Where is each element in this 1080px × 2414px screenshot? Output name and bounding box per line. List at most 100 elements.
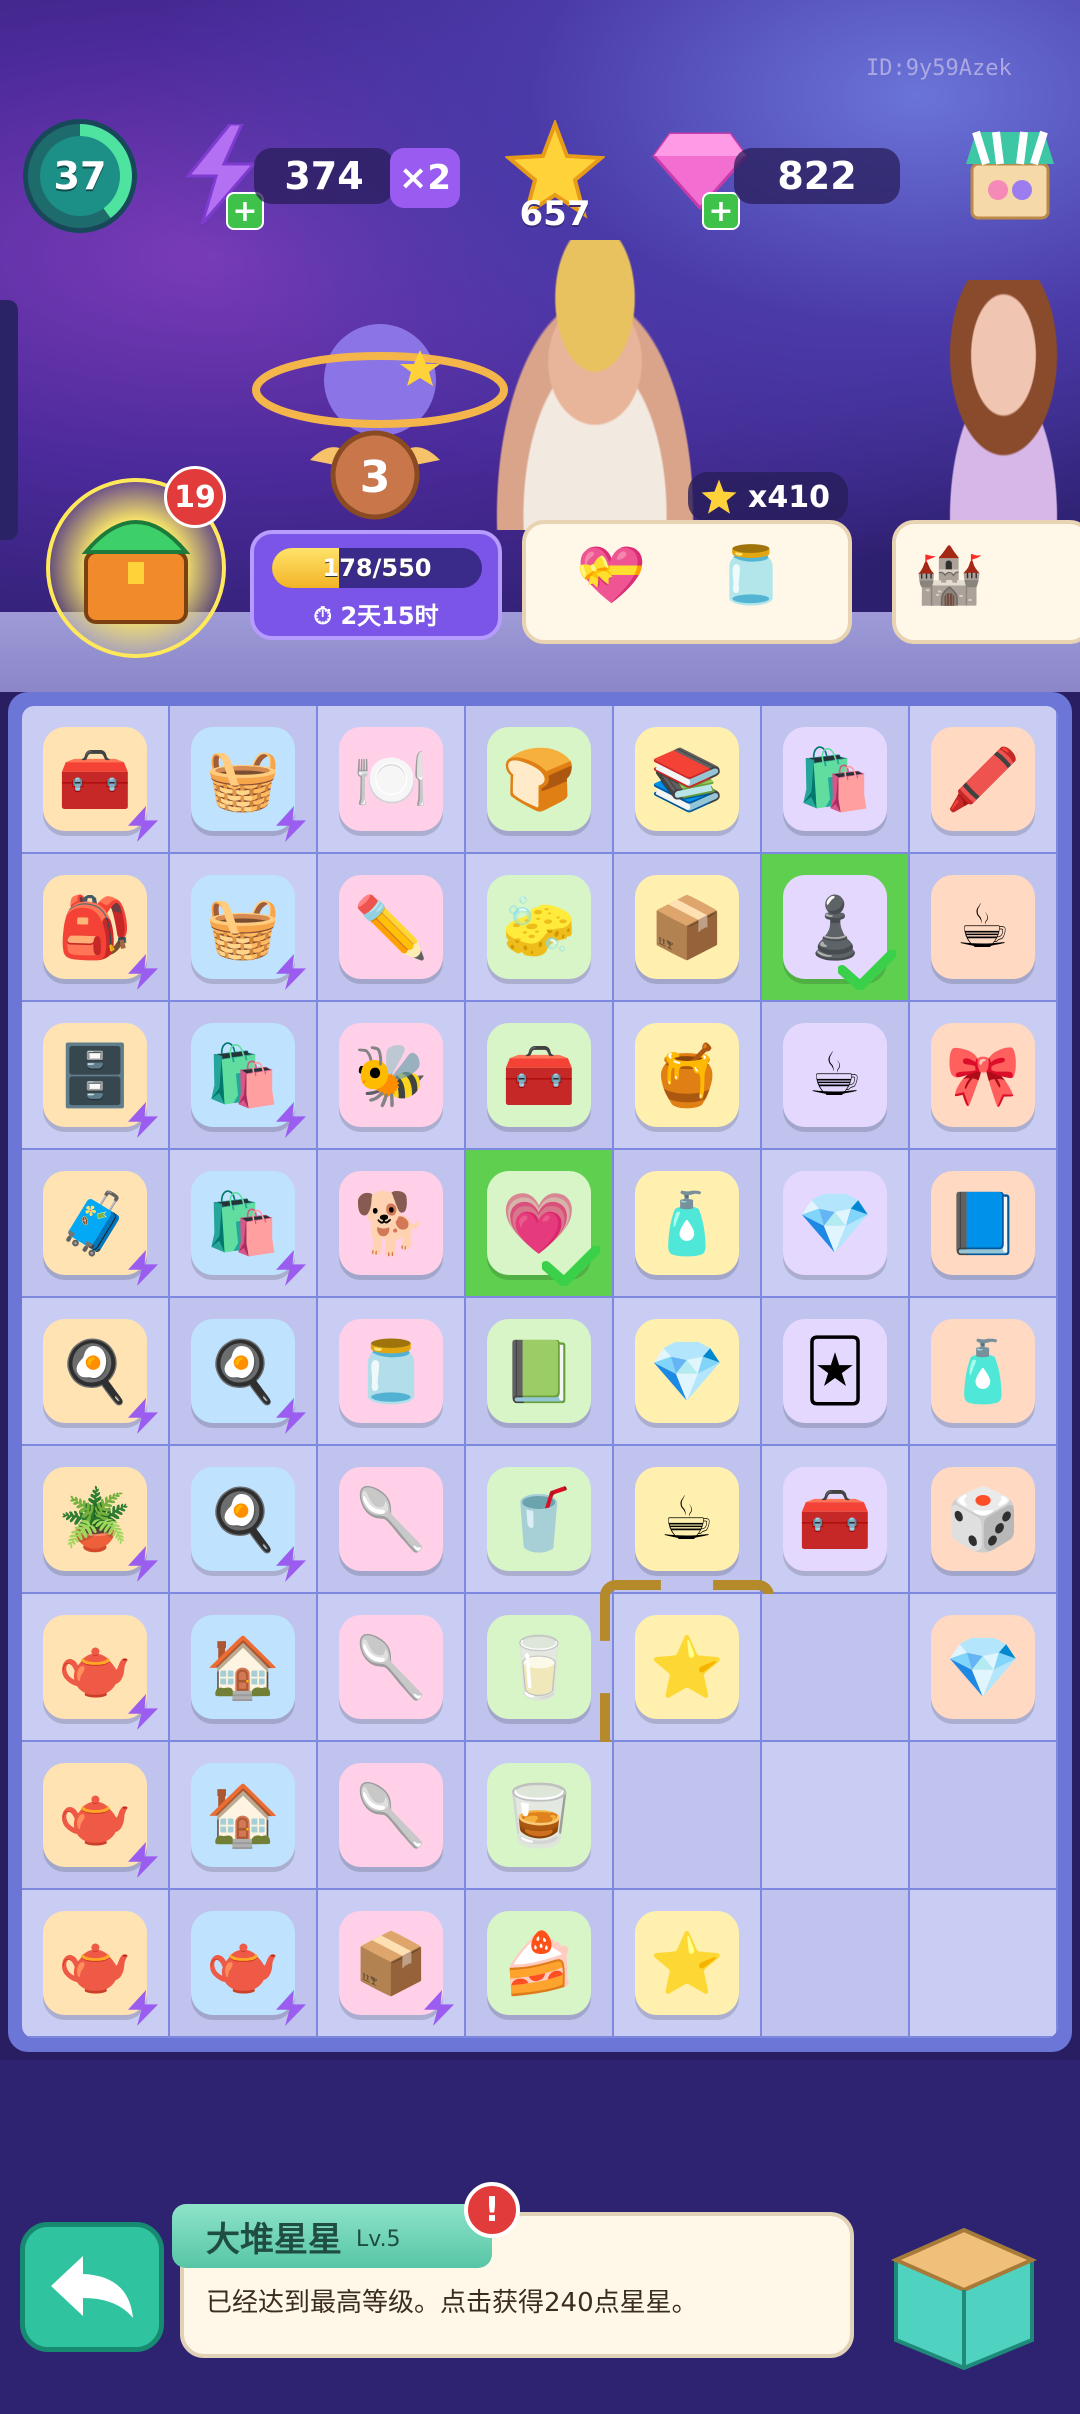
merge-item[interactable]: 🧰 [487,1023,591,1127]
board-cell[interactable]: 🥄 [318,1594,466,1742]
board-cell[interactable]: 🛍️ [762,706,910,854]
merge-item[interactable]: 🧺 [191,875,295,979]
merge-item[interactable]: 🏠 [191,1615,295,1719]
merge-item[interactable]: 🫖 [43,1615,147,1719]
character-man[interactable] [470,240,720,530]
board-cell[interactable]: 🥄 [318,1446,466,1594]
board-cell[interactable]: ⭐ [614,1890,762,2038]
board-cell[interactable]: 🪴 [22,1446,170,1594]
board-cell[interactable]: 🍳 [170,1446,318,1594]
board-cell[interactable]: 🧰 [22,706,170,854]
merge-item[interactable]: 🃏 [783,1319,887,1423]
board-cell[interactable]: 🫖 [22,1890,170,2038]
board-cell[interactable]: 📦 [318,1890,466,2038]
board-cell[interactable]: 🧰 [762,1446,910,1594]
board-cell[interactable]: 📚 [614,706,762,854]
board-cell[interactable]: 🥃 [466,1742,614,1890]
season-panel[interactable]: 178/550 ⏱ 2天15时 [250,530,502,640]
board-cell[interactable]: 🥛 [466,1594,614,1742]
merge-item[interactable]: 🐝 [339,1023,443,1127]
merge-item[interactable]: 🍳 [43,1319,147,1423]
board-cell[interactable]: 💎 [910,1594,1058,1742]
merge-item[interactable]: 🍳 [191,1319,295,1423]
merge-item[interactable]: 🧴 [931,1319,1035,1423]
merge-item[interactable]: 💎 [635,1319,739,1423]
board-cell[interactable]: 🗄️ [22,1002,170,1150]
merge-item[interactable]: 🖍️ [931,727,1035,831]
board-cell[interactable] [910,1890,1058,2038]
board-cell[interactable]: ☕ [910,854,1058,1002]
board-cell[interactable]: 🍞 [466,706,614,854]
merge-item[interactable]: ☕ [635,1467,739,1571]
merge-item[interactable]: 🧺 [191,727,295,831]
merge-item[interactable]: 🛍️ [191,1023,295,1127]
board-cell[interactable]: 🛍️ [170,1002,318,1150]
board-cell[interactable] [762,1594,910,1742]
board-cell[interactable]: 🥤 [466,1446,614,1594]
board-cell[interactable]: 💎 [762,1150,910,1298]
board-cell[interactable]: 🫖 [22,1742,170,1890]
merge-item[interactable]: 📘 [931,1171,1035,1275]
merge-item[interactable]: 🍳 [191,1467,295,1571]
merge-item[interactable]: 🗄️ [43,1023,147,1127]
merge-item[interactable]: 🍰 [487,1911,591,2015]
board-cell[interactable]: 🧴 [910,1298,1058,1446]
board-cell[interactable]: 🍯 [614,1002,762,1150]
merge-item[interactable]: 📗 [487,1319,591,1423]
merge-item[interactable]: 📚 [635,727,739,831]
merge-item[interactable]: 💎 [931,1615,1035,1719]
merge-item[interactable]: 🏠 [191,1763,295,1867]
board-cell[interactable] [910,1742,1058,1890]
board-cell[interactable]: 🐝 [318,1002,466,1150]
add-gems-button[interactable]: + [702,192,740,230]
merge-item[interactable]: 🥄 [339,1763,443,1867]
energy-multiplier[interactable]: ×2 [390,148,460,208]
merge-item[interactable]: 🪴 [43,1467,147,1571]
merge-item[interactable]: 🐕 [339,1171,443,1275]
board-cell[interactable]: 🍳 [22,1298,170,1446]
merge-item[interactable]: ⭐ [635,1911,739,2015]
board-cell[interactable]: 🍰 [466,1890,614,2038]
board-cell[interactable]: 🧽 [466,854,614,1002]
board-cell[interactable]: 🫙 [318,1298,466,1446]
item-alert-badge[interactable]: ! [464,2182,520,2238]
player-level-ring[interactable]: 37 [28,124,132,228]
board-cell[interactable]: 🎒 [22,854,170,1002]
merge-item[interactable]: 🥃 [487,1763,591,1867]
board-cell[interactable]: ☕ [614,1446,762,1594]
merge-item[interactable]: 🛍️ [191,1171,295,1275]
board-cell[interactable]: 🏠 [170,1742,318,1890]
board-cell[interactable]: ♟️ [762,854,910,1002]
board-cell[interactable] [614,1742,762,1890]
board-cell[interactable]: 🍳 [170,1298,318,1446]
merge-item[interactable]: 🥤 [487,1467,591,1571]
order-card-2[interactable]: 🏰 [892,520,1080,644]
board-cell[interactable]: 🍽️ [318,706,466,854]
merge-item[interactable]: 🍽️ [339,727,443,831]
merge-item[interactable]: 💎 [783,1171,887,1275]
merge-item[interactable]: ⭐ [635,1615,739,1719]
merge-item[interactable]: ☕ [783,1023,887,1127]
board-cell[interactable]: 📘 [910,1150,1058,1298]
shop-icon[interactable] [962,124,1058,224]
board-cell[interactable]: 🧰 [466,1002,614,1150]
merge-item[interactable]: 🍞 [487,727,591,831]
board-cell[interactable]: 🧺 [170,854,318,1002]
cardboard-box-icon[interactable] [876,2200,1052,2370]
merge-item[interactable]: 🎀 [931,1023,1035,1127]
merge-item[interactable]: 🫖 [43,1763,147,1867]
merge-item[interactable]: 🧽 [487,875,591,979]
merge-item[interactable]: 🥄 [339,1615,443,1719]
merge-item[interactable]: 🧰 [783,1467,887,1571]
board-cell[interactable]: 🥄 [318,1742,466,1890]
board-cell[interactable]: 🃏 [762,1298,910,1446]
merge-item[interactable]: ✏️ [339,875,443,979]
order-card-1[interactable]: 💝 🫙 [522,520,852,644]
board-cell[interactable]: 🧳 [22,1150,170,1298]
merge-item[interactable]: 🍯 [635,1023,739,1127]
board-cell[interactable]: 🧴 [614,1150,762,1298]
board-cell[interactable]: 🛍️ [170,1150,318,1298]
board-cell[interactable]: 📗 [466,1298,614,1446]
merge-item[interactable]: 🥄 [339,1467,443,1571]
character-woman[interactable] [910,280,1080,530]
